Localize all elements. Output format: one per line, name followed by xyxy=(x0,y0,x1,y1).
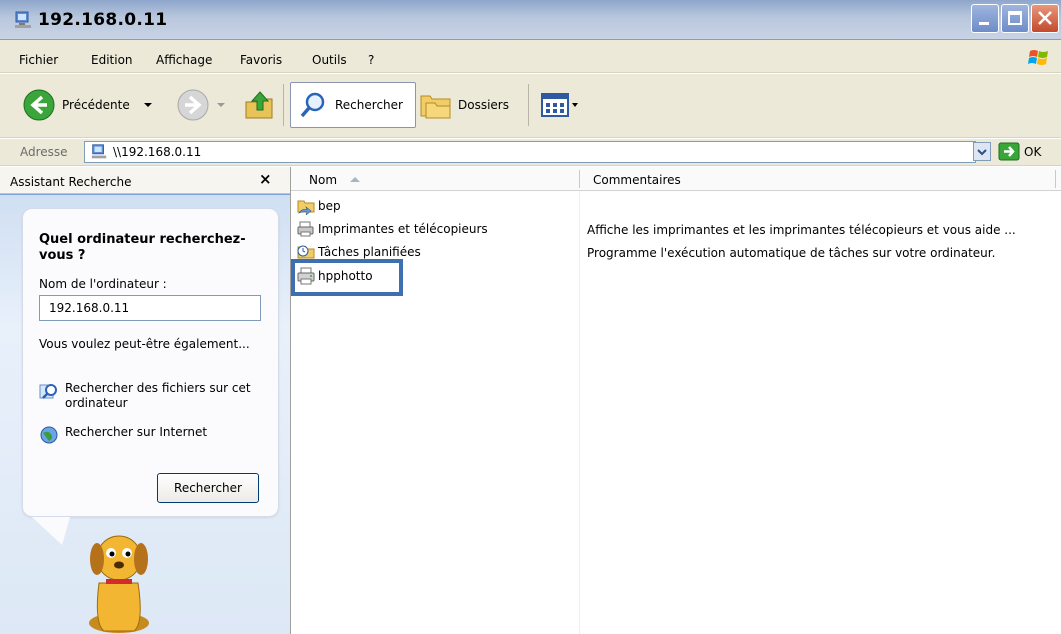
suggestion-text: Vous voulez peut-être également... xyxy=(39,337,250,351)
folders-label: Dossiers xyxy=(458,98,509,112)
search-icon xyxy=(300,92,325,118)
item-comment: Programme l'exécution automatique de tâc… xyxy=(587,246,996,260)
toolbar: Précédente Rechercher Dossiers xyxy=(0,74,1061,138)
selection-highlight xyxy=(291,259,403,296)
column-comments[interactable]: Commentaires xyxy=(593,173,681,187)
globe-search-icon xyxy=(40,426,58,444)
list-item[interactable]: Imprimantes et télécopieurs xyxy=(297,218,488,240)
menu-edition[interactable]: Edition xyxy=(91,53,133,67)
item-name: Tâches planifiées xyxy=(318,245,421,259)
network-computer-icon xyxy=(91,144,107,159)
computer-name-label: Nom de l'ordinateur : xyxy=(39,277,167,291)
computer-name-input[interactable] xyxy=(39,295,261,321)
windows-logo-icon xyxy=(1028,50,1048,65)
go-label[interactable]: OK xyxy=(1024,145,1041,159)
title-bar: 192.168.0.11 xyxy=(0,0,1061,40)
address-value: \\192.168.0.11 xyxy=(113,145,202,159)
folders-button[interactable]: Dossiers xyxy=(420,82,509,128)
address-dropdown-button[interactable] xyxy=(973,142,991,161)
go-arrow-icon[interactable] xyxy=(998,142,1020,161)
item-comment: Affiche les imprimantes et les imprimant… xyxy=(587,223,1016,237)
search-files-link[interactable]: Rechercher des fichiers sur cet ordinate… xyxy=(39,381,255,411)
item-name: Imprimantes et télécopieurs xyxy=(318,222,488,236)
search-assistant-pane: Assistant Recherche × Quel ordinateur re… xyxy=(0,167,290,634)
close-window-button[interactable] xyxy=(1031,4,1059,33)
chevron-down-icon xyxy=(217,103,225,107)
shared-folder-icon xyxy=(297,200,315,215)
search-internet-link[interactable]: Rechercher sur Internet xyxy=(39,425,207,445)
minimize-icon xyxy=(979,22,989,25)
back-label: Précédente xyxy=(62,98,130,112)
printer-folder-icon xyxy=(297,221,314,237)
close-icon xyxy=(1038,11,1052,25)
menu-bar: Fichier Edition Affichage Favoris Outils… xyxy=(0,40,1061,73)
menu-fichier[interactable]: Fichier xyxy=(19,53,58,67)
forward-arrow-icon xyxy=(177,89,209,121)
up-folder-icon xyxy=(245,91,273,119)
network-computer-icon xyxy=(15,11,31,28)
balloon-tail xyxy=(32,517,70,545)
chevron-down-icon xyxy=(143,103,152,107)
window-title: 192.168.0.11 xyxy=(38,10,168,30)
address-input[interactable]: \\192.168.0.11 xyxy=(84,141,976,163)
minimize-button[interactable] xyxy=(971,4,999,33)
search-question: Quel ordinateur recherchez-vous ? xyxy=(39,232,246,263)
search-pane-title: Assistant Recherche xyxy=(10,175,132,189)
back-arrow-icon xyxy=(23,89,55,121)
search-pane-body: Quel ordinateur recherchez-vous ? Nom de… xyxy=(0,195,290,634)
search-label: Rechercher xyxy=(335,98,403,112)
run-search-button[interactable]: Rechercher xyxy=(157,473,259,503)
address-label: Adresse xyxy=(20,145,68,159)
search-dog-mascot-icon xyxy=(89,535,149,633)
search-files-label: Rechercher des fichiers sur cet ordinate… xyxy=(65,381,251,410)
menu-outils[interactable]: Outils xyxy=(312,53,347,67)
file-list-pane: Nom Commentaires bep Imprimantes et télé… xyxy=(290,167,1061,634)
column-name[interactable]: Nom xyxy=(309,173,337,187)
maximize-button[interactable] xyxy=(1001,4,1029,33)
up-folder-button[interactable] xyxy=(244,82,276,128)
search-balloon: Quel ordinateur recherchez-vous ? Nom de… xyxy=(22,208,279,517)
close-pane-button[interactable]: × xyxy=(259,170,272,188)
chevron-down-icon xyxy=(977,149,987,156)
chevron-down-icon xyxy=(572,103,578,107)
menu-help[interactable]: ? xyxy=(368,53,374,67)
search-files-icon xyxy=(39,384,57,399)
menu-favoris[interactable]: Favoris xyxy=(240,53,282,67)
search-internet-label: Rechercher sur Internet xyxy=(65,425,208,439)
views-grid-icon xyxy=(541,93,569,117)
search-button[interactable]: Rechercher xyxy=(290,82,416,128)
back-button[interactable]: Précédente xyxy=(22,82,158,128)
search-pane-header: Assistant Recherche × xyxy=(0,167,290,194)
address-bar: Adresse \\192.168.0.11 OK xyxy=(0,139,1061,166)
list-item[interactable]: bep xyxy=(297,195,341,217)
sort-ascending-icon xyxy=(350,177,360,182)
item-name: bep xyxy=(318,199,341,213)
menu-affichage[interactable]: Affichage xyxy=(156,53,212,67)
folders-icon xyxy=(420,95,451,119)
maximize-icon xyxy=(1008,11,1022,25)
column-header: Nom Commentaires xyxy=(291,167,1061,191)
forward-button[interactable] xyxy=(176,82,228,128)
views-button[interactable] xyxy=(540,82,580,128)
